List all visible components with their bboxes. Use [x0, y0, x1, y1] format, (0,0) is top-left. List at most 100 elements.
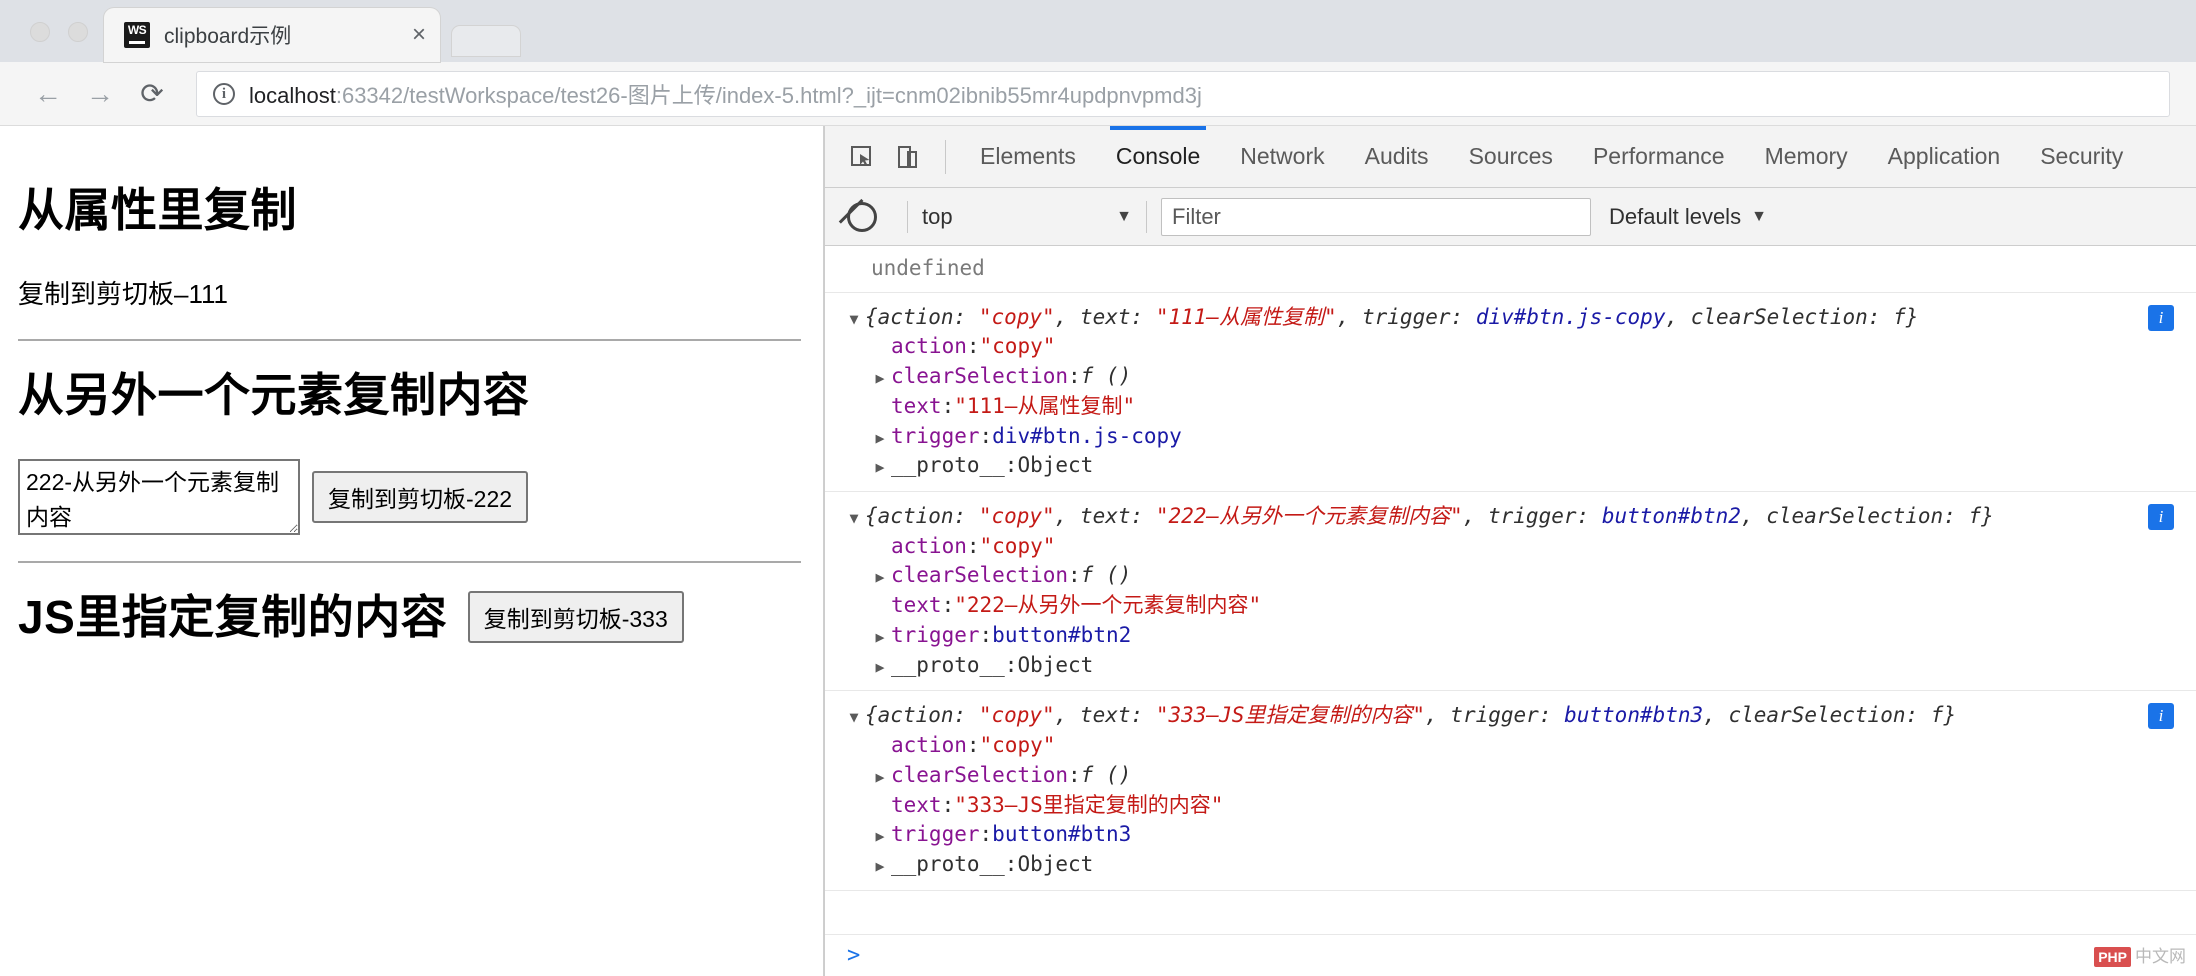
console-filter-bar: top ▼ Default levels ▼: [825, 188, 2196, 246]
expand-arrow-icon[interactable]: ▶: [869, 458, 891, 478]
tab-elements[interactable]: Elements: [960, 126, 1096, 188]
object-property-row: action: "copy": [843, 731, 2196, 761]
info-badge-icon: i: [2148, 305, 2174, 331]
info-badge-icon: i: [2148, 703, 2174, 729]
tab-performance[interactable]: Performance: [1573, 126, 1745, 188]
close-window-button[interactable]: [30, 22, 50, 42]
url-text: localhost:63342/testWorkspace/test26-图片上…: [249, 78, 1202, 110]
expand-arrow-icon[interactable]: ▶: [869, 827, 891, 847]
webstorm-favicon-icon: WS: [124, 22, 150, 48]
log-levels-label: Default levels: [1609, 204, 1741, 230]
browser-toolbar: ← → ⟳ i localhost:63342/testWorkspace/te…: [0, 62, 2196, 126]
url-host: localhost: [249, 83, 336, 108]
console-object-entry[interactable]: i ▼ {action: "copy", text: "222–从另外一个元素复…: [825, 492, 2196, 691]
chevron-down-icon-levels: ▼: [1751, 208, 1767, 226]
page-info-icon[interactable]: i: [213, 83, 235, 105]
browser-window: WS clipboard示例 × ← → ⟳ i localhost:63342…: [0, 0, 2196, 976]
tab-memory[interactable]: Memory: [1745, 126, 1868, 188]
execution-context-value: top: [922, 204, 953, 230]
tab-sources[interactable]: Sources: [1449, 126, 1573, 188]
section2-heading: 从另外一个元素复制内容: [18, 359, 801, 425]
info-badge-icon: i: [2148, 504, 2174, 530]
forward-button-icon[interactable]: →: [78, 72, 122, 116]
address-bar[interactable]: i localhost:63342/testWorkspace/test26-图…: [196, 71, 2170, 117]
expand-arrow-icon[interactable]: ▶: [869, 857, 891, 877]
tab-strip: WS clipboard示例 ×: [0, 0, 2196, 62]
divider-2: [18, 561, 801, 563]
expand-arrow-icon[interactable]: ▼: [843, 708, 865, 728]
toolbar-divider: [945, 140, 946, 174]
console-prompt[interactable]: >: [825, 934, 2196, 976]
divider-1: [18, 339, 801, 341]
object-property-row[interactable]: ▶trigger: button#btn2: [843, 621, 2196, 651]
expand-arrow-icon[interactable]: ▶: [869, 628, 891, 648]
object-preview-row[interactable]: ▼ {action: "copy", text: "333–JS里指定复制的内容…: [843, 701, 2196, 731]
clear-console-icon[interactable]: [847, 202, 877, 232]
source-textarea[interactable]: [18, 459, 300, 535]
tab-console[interactable]: Console: [1096, 126, 1220, 188]
object-property-row: action: "copy": [843, 532, 2196, 562]
object-property-row: action: "copy": [843, 332, 2196, 362]
tab-network[interactable]: Network: [1220, 126, 1344, 188]
expand-arrow-icon[interactable]: ▶: [869, 658, 891, 678]
chevron-down-icon: ▼: [1116, 208, 1132, 226]
object-preview: {action: "copy", text: "333–JS里指定复制的内容",…: [865, 702, 1956, 730]
tab-title: clipboard示例: [164, 20, 412, 50]
section3-heading: JS里指定复制的内容: [18, 581, 447, 647]
tab-application[interactable]: Application: [1868, 126, 2021, 188]
prompt-caret-icon: >: [847, 941, 860, 970]
object-property-row[interactable]: ▶__proto__: Object: [843, 451, 2196, 481]
object-preview-row[interactable]: ▼ {action: "copy", text: "111–从属性复制", tr…: [843, 303, 2196, 333]
console-message-undefined: undefined: [825, 246, 2196, 293]
tab-audits[interactable]: Audits: [1345, 126, 1449, 188]
devtools-panel: Elements Console Network Audits Sources …: [824, 126, 2196, 976]
copy-from-attribute-button[interactable]: 复制到剪切板–111: [18, 274, 801, 311]
filterbar-divider-2: [1146, 201, 1147, 233]
reload-button-icon[interactable]: ⟳: [130, 72, 174, 116]
copy-from-element-button[interactable]: 复制到剪切板-222: [312, 471, 528, 523]
section2-row: 复制到剪切板-222: [18, 459, 801, 535]
new-tab-button[interactable]: [452, 26, 520, 56]
expand-arrow-icon[interactable]: ▶: [869, 768, 891, 788]
log-levels-select[interactable]: Default levels ▼: [1609, 204, 1767, 230]
execution-context-select[interactable]: top ▼: [922, 204, 1132, 230]
filterbar-divider-1: [907, 201, 908, 233]
object-preview: {action: "copy", text: "111–从属性复制", trig…: [865, 304, 1918, 332]
object-property-row: text: "333–JS里指定复制的内容": [843, 791, 2196, 821]
minimize-window-button[interactable]: [68, 22, 88, 42]
object-property-row[interactable]: ▶__proto__: Object: [843, 651, 2196, 681]
url-path: :63342/testWorkspace/test26-图片上传/index-5…: [336, 83, 1202, 108]
watermark-badge: PHP: [2094, 947, 2131, 967]
object-property-row: text: "222–从另外一个元素复制内容": [843, 591, 2196, 621]
tab-security[interactable]: Security: [2020, 126, 2143, 188]
object-property-row[interactable]: ▶__proto__: Object: [843, 850, 2196, 880]
expand-arrow-icon[interactable]: ▼: [843, 509, 865, 529]
expand-arrow-icon[interactable]: ▶: [869, 568, 891, 588]
object-property-row[interactable]: ▶trigger: div#btn.js-copy: [843, 422, 2196, 452]
console-filter-input[interactable]: [1161, 198, 1591, 236]
browser-tab[interactable]: WS clipboard示例 ×: [104, 8, 440, 62]
inspect-element-icon[interactable]: [839, 134, 885, 180]
copy-from-js-button[interactable]: 复制到剪切板-333: [468, 591, 684, 643]
console-object-entry[interactable]: i ▼ {action: "copy", text: "333–JS里指定复制的…: [825, 691, 2196, 890]
object-property-row[interactable]: ▶trigger: button#btn3: [843, 820, 2196, 850]
device-toolbar-icon[interactable]: [885, 134, 931, 180]
expand-arrow-icon[interactable]: ▶: [869, 429, 891, 449]
expand-arrow-icon[interactable]: ▶: [869, 369, 891, 389]
content-area: 从属性里复制 复制到剪切板–111 从另外一个元素复制内容 复制到剪切板-222…: [0, 126, 2196, 976]
web-page-viewport: 从属性里复制 复制到剪切板–111 从另外一个元素复制内容 复制到剪切板-222…: [0, 126, 824, 976]
console-output[interactable]: undefined i ▼ {action: "copy", text: "11…: [825, 246, 2196, 976]
object-property-row: text: "111–从属性复制": [843, 392, 2196, 422]
devtools-tabbar: Elements Console Network Audits Sources …: [825, 126, 2196, 188]
object-property-row[interactable]: ▶clearSelection: f (): [843, 362, 2196, 392]
watermark: PHP 中文网: [2094, 946, 2186, 968]
console-object-entry[interactable]: i ▼ {action: "copy", text: "111–从属性复制", …: [825, 293, 2196, 492]
section1-heading: 从属性里复制: [18, 174, 801, 240]
close-tab-icon[interactable]: ×: [412, 23, 426, 47]
object-property-row[interactable]: ▶clearSelection: f (): [843, 761, 2196, 791]
object-preview: {action: "copy", text: "222–从另外一个元素复制内容"…: [865, 503, 1994, 531]
object-preview-row[interactable]: ▼ {action: "copy", text: "222–从另外一个元素复制内…: [843, 502, 2196, 532]
expand-arrow-icon[interactable]: ▼: [843, 310, 865, 330]
back-button-icon[interactable]: ←: [26, 72, 70, 116]
object-property-row[interactable]: ▶clearSelection: f (): [843, 561, 2196, 591]
